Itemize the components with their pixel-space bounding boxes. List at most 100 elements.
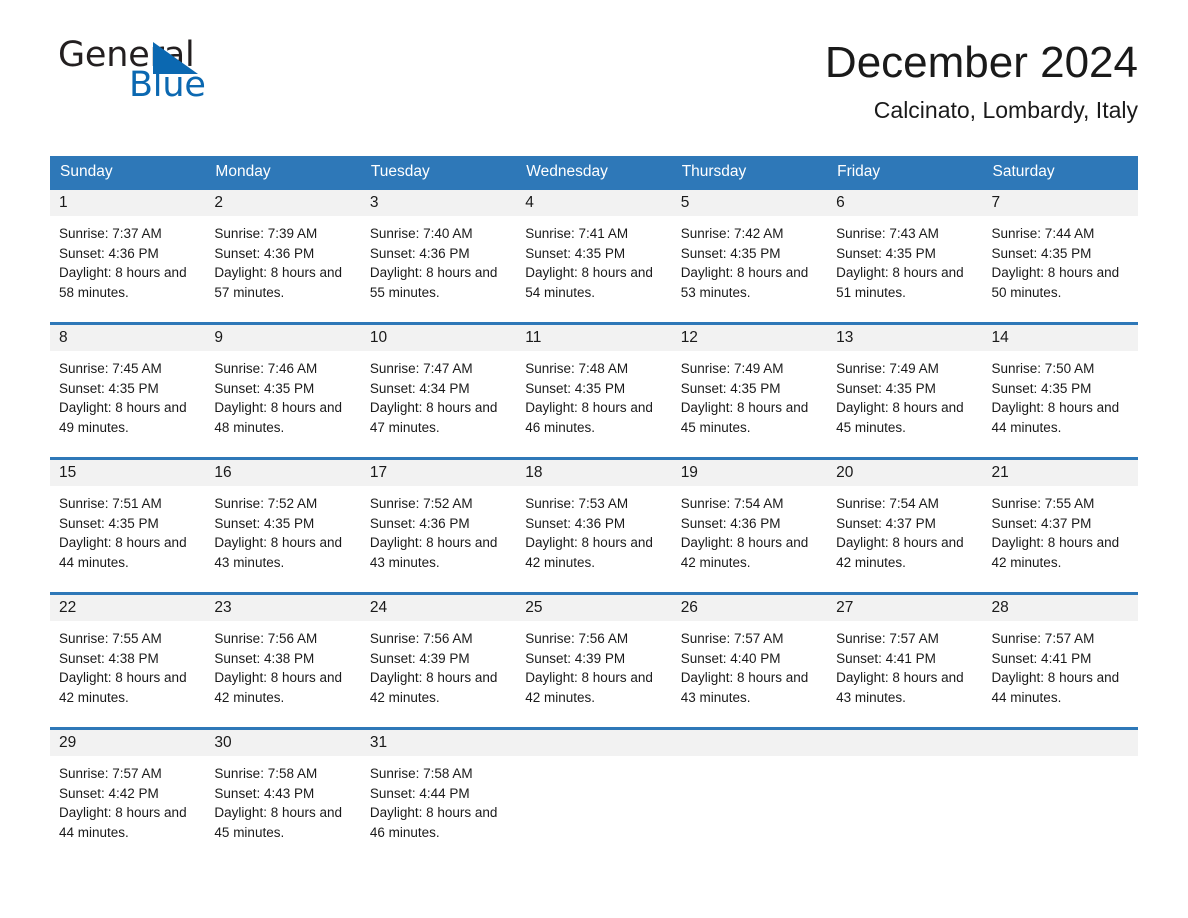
daylight-text: Daylight: 8 hours and 45 minutes.: [214, 805, 342, 841]
day-cell[interactable]: 29 Sunrise: 7:57 AM Sunset: 4:42 PM Dayl…: [50, 730, 206, 862]
day-cell[interactable]: 18 Sunrise: 7:53 AM Sunset: 4:36 PM Dayl…: [516, 460, 672, 592]
daylight-text: Daylight: 8 hours and 42 minutes.: [369, 670, 498, 706]
day-info: Sunrise: 7:52 AM Sunset: 4:35 PM Dayligh…: [205, 486, 360, 573]
day-cell[interactable]: 25 Sunrise: 7:56 AM Sunset: 4:39 PM Dayl…: [516, 595, 672, 727]
day-info: Sunrise: 7:51 AM Sunset: 4:35 PM Dayligh…: [50, 486, 205, 573]
date-number: 24: [360, 595, 517, 621]
day-cell[interactable]: 13 Sunrise: 7:49 AM Sunset: 4:35 PM Dayl…: [827, 325, 983, 457]
daylight-text: Daylight: 8 hours and 43 minutes.: [214, 535, 342, 571]
day-info: Sunrise: 7:56 AM Sunset: 4:39 PM Dayligh…: [516, 621, 671, 708]
day-cell[interactable]: 5 Sunrise: 7:42 AM Sunset: 4:35 PM Dayli…: [671, 190, 828, 322]
day-cell[interactable]: 11 Sunrise: 7:48 AM Sunset: 4:35 PM Dayl…: [516, 325, 672, 457]
day-info: Sunrise: 7:43 AM Sunset: 4:35 PM Dayligh…: [827, 216, 982, 303]
date-number: [671, 730, 828, 756]
sunrise-text: Sunrise: 7:58 AM: [214, 766, 318, 781]
sunset-text: Sunset: 4:35 PM: [525, 245, 626, 261]
day-info: Sunrise: 7:57 AM Sunset: 4:42 PM Dayligh…: [50, 756, 205, 843]
sunrise-text: Sunrise: 7:45 AM: [59, 361, 162, 376]
sunset-text: Sunset: 4:36 PM: [214, 245, 315, 261]
sunset-text: Sunset: 4:43 PM: [214, 785, 315, 801]
sunset-text: Sunset: 4:36 PM: [369, 245, 470, 261]
weekday-header-thursday: Thursday: [681, 163, 747, 180]
daylight-text: Daylight: 8 hours and 42 minutes.: [680, 535, 809, 571]
sunrise-text: Sunrise: 7:40 AM: [369, 226, 473, 241]
daylight-text: Daylight: 8 hours and 51 minutes.: [836, 265, 964, 301]
day-cell[interactable]: 23 Sunrise: 7:56 AM Sunset: 4:38 PM Dayl…: [205, 595, 361, 727]
sunrise-text: Sunrise: 7:39 AM: [214, 226, 318, 241]
day-cell[interactable]: 1 Sunrise: 7:37 AM Sunset: 4:36 PM Dayli…: [50, 190, 206, 322]
sunrise-text: Sunrise: 7:53 AM: [525, 496, 629, 511]
day-info: Sunrise: 7:57 AM Sunset: 4:40 PM Dayligh…: [672, 621, 827, 708]
sunset-text: Sunset: 4:39 PM: [525, 650, 626, 666]
daylight-text: Daylight: 8 hours and 44 minutes.: [59, 805, 187, 841]
week-row: 15 Sunrise: 7:51 AM Sunset: 4:35 PM Dayl…: [50, 457, 1138, 592]
day-info: Sunrise: 7:46 AM Sunset: 4:35 PM Dayligh…: [205, 351, 360, 438]
weekday-header-monday: Monday: [215, 163, 271, 180]
sunset-text: Sunset: 4:39 PM: [369, 650, 470, 666]
weekday-header-sunday: Sunday: [60, 163, 113, 180]
page-header: General Blue December 2024 Calcinato, Lo…: [50, 0, 1138, 123]
sunset-text: Sunset: 4:38 PM: [59, 650, 159, 666]
day-cell[interactable]: 7 Sunrise: 7:44 AM Sunset: 4:35 PM Dayli…: [982, 190, 1138, 322]
day-info: Sunrise: 7:49 AM Sunset: 4:35 PM Dayligh…: [827, 351, 982, 438]
sunrise-text: Sunrise: 7:42 AM: [680, 226, 784, 241]
sunset-text: Sunset: 4:35 PM: [991, 245, 1092, 261]
daylight-text: Daylight: 8 hours and 57 minutes.: [214, 265, 342, 301]
sunrise-text: Sunrise: 7:43 AM: [836, 226, 939, 241]
day-cell-empty: [982, 730, 1138, 862]
day-cell[interactable]: 14 Sunrise: 7:50 AM Sunset: 4:35 PM Dayl…: [982, 325, 1138, 457]
weekday-header-saturday: Saturday: [992, 163, 1055, 180]
day-cell[interactable]: 28 Sunrise: 7:57 AM Sunset: 4:41 PM Dayl…: [982, 595, 1138, 727]
sunset-text: Sunset: 4:40 PM: [680, 650, 781, 666]
date-number: 25: [516, 595, 672, 621]
sunrise-text: Sunrise: 7:58 AM: [369, 766, 473, 781]
day-cell[interactable]: 27 Sunrise: 7:57 AM Sunset: 4:41 PM Dayl…: [827, 595, 983, 727]
sunrise-text: Sunrise: 7:49 AM: [680, 361, 784, 376]
day-cell[interactable]: 9 Sunrise: 7:46 AM Sunset: 4:35 PM Dayli…: [205, 325, 361, 457]
day-cell-empty: [516, 730, 672, 862]
day-cell[interactable]: 3 Sunrise: 7:40 AM Sunset: 4:36 PM Dayli…: [360, 190, 517, 322]
sunset-text: Sunset: 4:35 PM: [680, 245, 781, 261]
day-cell[interactable]: 31 Sunrise: 7:58 AM Sunset: 4:44 PM Dayl…: [360, 730, 517, 862]
day-cell[interactable]: 30 Sunrise: 7:58 AM Sunset: 4:43 PM Dayl…: [205, 730, 361, 862]
date-number: 11: [516, 325, 672, 351]
daylight-text: Daylight: 8 hours and 42 minutes.: [525, 670, 653, 706]
day-cell[interactable]: 12 Sunrise: 7:49 AM Sunset: 4:35 PM Dayl…: [671, 325, 828, 457]
day-info: Sunrise: 7:58 AM Sunset: 4:43 PM Dayligh…: [205, 756, 360, 843]
day-info: Sunrise: 7:52 AM Sunset: 4:36 PM Dayligh…: [361, 486, 516, 573]
date-number: 8: [50, 325, 206, 351]
day-cell[interactable]: 4 Sunrise: 7:41 AM Sunset: 4:35 PM Dayli…: [516, 190, 672, 322]
daylight-text: Daylight: 8 hours and 49 minutes.: [59, 400, 187, 436]
day-cell[interactable]: 8 Sunrise: 7:45 AM Sunset: 4:35 PM Dayli…: [50, 325, 206, 457]
general-blue-logo[interactable]: General Blue: [50, 38, 350, 110]
date-number: 23: [205, 595, 361, 621]
sunset-text: Sunset: 4:42 PM: [59, 785, 159, 801]
day-cell[interactable]: 17 Sunrise: 7:52 AM Sunset: 4:36 PM Dayl…: [360, 460, 517, 592]
day-cell[interactable]: 20 Sunrise: 7:54 AM Sunset: 4:37 PM Dayl…: [827, 460, 983, 592]
day-info: Sunrise: 7:39 AM Sunset: 4:36 PM Dayligh…: [205, 216, 360, 303]
day-cell[interactable]: 6 Sunrise: 7:43 AM Sunset: 4:35 PM Dayli…: [827, 190, 983, 322]
day-cell[interactable]: 2 Sunrise: 7:39 AM Sunset: 4:36 PM Dayli…: [205, 190, 361, 322]
day-info: Sunrise: 7:41 AM Sunset: 4:35 PM Dayligh…: [516, 216, 671, 303]
sunset-text: Sunset: 4:35 PM: [836, 245, 936, 261]
day-cell[interactable]: 26 Sunrise: 7:57 AM Sunset: 4:40 PM Dayl…: [671, 595, 828, 727]
sunset-text: Sunset: 4:35 PM: [836, 380, 936, 396]
day-cell[interactable]: 21 Sunrise: 7:55 AM Sunset: 4:37 PM Dayl…: [982, 460, 1138, 592]
date-number: 4: [516, 190, 672, 216]
day-cell[interactable]: 15 Sunrise: 7:51 AM Sunset: 4:35 PM Dayl…: [50, 460, 206, 592]
sunset-text: Sunset: 4:36 PM: [680, 515, 781, 531]
date-number: 26: [671, 595, 828, 621]
day-cell[interactable]: 16 Sunrise: 7:52 AM Sunset: 4:35 PM Dayl…: [205, 460, 361, 592]
sunset-text: Sunset: 4:35 PM: [59, 515, 159, 531]
sunset-text: Sunset: 4:36 PM: [59, 245, 159, 261]
day-cell[interactable]: 24 Sunrise: 7:56 AM Sunset: 4:39 PM Dayl…: [360, 595, 517, 727]
day-cell[interactable]: 19 Sunrise: 7:54 AM Sunset: 4:36 PM Dayl…: [671, 460, 828, 592]
daylight-text: Daylight: 8 hours and 55 minutes.: [369, 265, 498, 301]
daylight-text: Daylight: 8 hours and 45 minutes.: [836, 400, 964, 436]
day-cell[interactable]: 22 Sunrise: 7:55 AM Sunset: 4:38 PM Dayl…: [50, 595, 206, 727]
date-number: 9: [205, 325, 361, 351]
daylight-text: Daylight: 8 hours and 44 minutes.: [991, 400, 1120, 436]
date-number: 19: [671, 460, 828, 486]
daylight-text: Daylight: 8 hours and 43 minutes.: [836, 670, 964, 706]
day-cell[interactable]: 10 Sunrise: 7:47 AM Sunset: 4:34 PM Dayl…: [360, 325, 517, 457]
